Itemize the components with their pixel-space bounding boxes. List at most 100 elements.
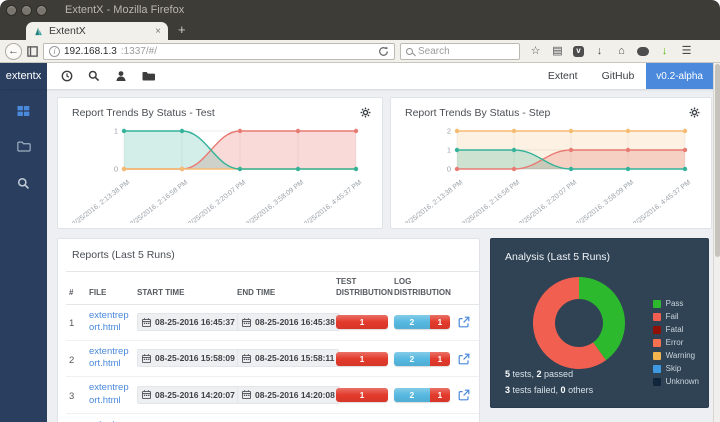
legend-item: Pass bbox=[653, 299, 699, 308]
badge-segment: 1 bbox=[336, 352, 388, 366]
open-report-link-icon[interactable] bbox=[458, 389, 476, 401]
legend-item: Fail bbox=[653, 312, 699, 321]
search-icon[interactable] bbox=[87, 70, 101, 82]
tab-title: ExtentX bbox=[49, 25, 150, 37]
legend-swatch bbox=[653, 378, 661, 386]
analysis-donut-chart bbox=[523, 267, 635, 379]
svg-text:8/25/2016, 2:16:58 PM: 8/25/2016, 2:16:58 PM bbox=[129, 179, 189, 223]
sidebar-item-search[interactable] bbox=[17, 177, 30, 190]
sidebar-item-dashboard[interactable] bbox=[17, 105, 30, 117]
svg-text:8/25/2016, 4:45:37 PM: 8/25/2016, 4:45:37 PM bbox=[303, 179, 363, 223]
page-scrollbar[interactable] bbox=[713, 63, 720, 422]
pocket-icon[interactable]: v bbox=[573, 46, 584, 57]
column-header: END TIME bbox=[234, 272, 333, 305]
report-file-link[interactable]: extentreport.html bbox=[89, 310, 131, 335]
step-trends-chart: 0128/25/2016, 2:13:38 PM8/25/2016, 2:16:… bbox=[391, 119, 711, 223]
row-number: 2 bbox=[69, 355, 74, 366]
start-time-chip: 08-25-2016 14:20:07 bbox=[137, 386, 240, 404]
url-host: 192.168.1.3 bbox=[64, 46, 117, 57]
end-time-chip: 08-25-2016 14:20:08 bbox=[237, 386, 340, 404]
test-distribution-badge: 1 bbox=[336, 352, 388, 366]
svg-text:1: 1 bbox=[447, 146, 451, 155]
window-maximize-button[interactable] bbox=[36, 5, 47, 16]
sidebar-item-reports[interactable] bbox=[17, 141, 31, 153]
reload-icon[interactable] bbox=[378, 46, 389, 57]
version-badge[interactable]: v0.2-alpha bbox=[646, 63, 713, 89]
nav-link-extent[interactable]: Extent bbox=[536, 70, 590, 82]
folder-icon[interactable] bbox=[141, 71, 155, 82]
start-time-chip: 08-25-2016 16:45:37 bbox=[137, 313, 240, 331]
new-tab-button[interactable]: + bbox=[178, 22, 186, 37]
report-file-link[interactable]: extentreport.html bbox=[89, 419, 131, 422]
search-icon bbox=[406, 48, 413, 55]
svg-text:1: 1 bbox=[114, 127, 118, 136]
bookmark-star-icon[interactable]: ☆ bbox=[529, 45, 542, 58]
column-header bbox=[455, 272, 479, 305]
gear-icon[interactable] bbox=[360, 107, 371, 118]
row-number: 1 bbox=[69, 318, 74, 329]
calendar-icon bbox=[142, 354, 151, 363]
legend-label: Fail bbox=[666, 312, 679, 321]
legend-swatch bbox=[653, 300, 661, 308]
end-time-chip: 08-25-2016 16:45:38 bbox=[237, 313, 340, 331]
test-trends-chart: 018/25/2016, 2:13:38 PM8/25/2016, 2:16:5… bbox=[58, 119, 382, 223]
legend-swatch bbox=[653, 326, 661, 334]
home-icon[interactable]: ⌂ bbox=[615, 45, 628, 58]
toolbar-icons: ☆ ▤ v ↓ ⌂ ↓ ☰ bbox=[525, 45, 697, 58]
bookmarks-sidebar-icon[interactable] bbox=[27, 46, 38, 57]
legend-swatch bbox=[653, 365, 661, 373]
window-close-button[interactable] bbox=[6, 5, 17, 16]
search-input[interactable]: Search bbox=[400, 43, 520, 60]
hello-icon[interactable] bbox=[637, 47, 649, 56]
reports-table: #FILESTART TIMEEND TIMETEST DISTRIBUTION… bbox=[66, 271, 479, 422]
navigation-toolbar: ← i 192.168.1.3 :1337/#/ Search ☆ ▤ v ↓ ⌂ ↓ ☰ bbox=[0, 40, 720, 63]
analysis-title: Analysis (Last 5 Runs) bbox=[505, 251, 610, 263]
svg-text:8/25/2016, 2:13:38 PM: 8/25/2016, 2:13:38 PM bbox=[71, 179, 131, 223]
svg-text:8/25/2016, 2:20:07 PM: 8/25/2016, 2:20:07 PM bbox=[518, 179, 578, 223]
brand-logo[interactable]: extentx bbox=[0, 63, 47, 89]
table-row: 1 extentreport.html 08-25-2016 16:45:3708-… bbox=[66, 304, 479, 340]
report-file-link[interactable]: extentreport.html bbox=[89, 382, 131, 407]
legend-label: Unknown bbox=[666, 377, 699, 386]
clipboard-icon[interactable]: ▤ bbox=[551, 45, 564, 58]
svg-text:8/25/2016, 4:45:37 PM: 8/25/2016, 4:45:37 PM bbox=[632, 179, 692, 223]
tab-close-icon[interactable]: × bbox=[155, 26, 161, 37]
gear-icon[interactable] bbox=[689, 107, 700, 118]
badge-segment: 1 bbox=[336, 315, 388, 329]
open-report-link-icon[interactable] bbox=[458, 316, 476, 328]
app-navbar: extentx Extent GitHub v0.2-alpha bbox=[0, 63, 720, 89]
column-header: FILE bbox=[86, 272, 134, 305]
legend-item: Fatal bbox=[653, 325, 699, 334]
app-sidebar bbox=[0, 89, 47, 422]
clock-icon[interactable] bbox=[60, 70, 74, 82]
url-input[interactable]: i 192.168.1.3 :1337/#/ bbox=[43, 43, 395, 60]
log-distribution-badge: 21 bbox=[394, 315, 450, 329]
back-button[interactable]: ← bbox=[5, 43, 22, 60]
url-path: :1337/#/ bbox=[121, 46, 374, 57]
start-time-chip: 08-25-2016 15:58:09 bbox=[137, 349, 240, 367]
open-report-link-icon[interactable] bbox=[458, 353, 476, 365]
window-minimize-button[interactable] bbox=[21, 5, 32, 16]
menu-icon[interactable]: ☰ bbox=[680, 45, 693, 58]
legend-label: Pass bbox=[666, 299, 684, 308]
scrollbar-thumb[interactable] bbox=[715, 64, 720, 257]
badge-segment: 1 bbox=[336, 388, 388, 402]
legend-item: Unknown bbox=[653, 377, 699, 386]
calendar-icon bbox=[242, 318, 251, 327]
downloads-active-icon[interactable]: ↓ bbox=[658, 45, 671, 58]
nav-link-github[interactable]: GitHub bbox=[590, 70, 647, 82]
column-header: TEST DISTRIBUTION bbox=[333, 272, 391, 305]
svg-text:8/25/2016, 2:13:38 PM: 8/25/2016, 2:13:38 PM bbox=[404, 179, 464, 223]
navbar-right: Extent GitHub v0.2-alpha bbox=[536, 63, 720, 89]
calendar-icon bbox=[142, 390, 151, 399]
downloads-icon[interactable]: ↓ bbox=[593, 45, 606, 58]
svg-text:8/25/2016, 3:58:09 PM: 8/25/2016, 3:58:09 PM bbox=[245, 179, 305, 223]
site-identity-icon[interactable]: i bbox=[49, 46, 60, 57]
column-header: LOG DISTRIBUTION bbox=[391, 272, 455, 305]
legend-item: Warning bbox=[653, 351, 699, 360]
browser-tab[interactable]: ExtentX × bbox=[26, 22, 168, 40]
legend-swatch bbox=[653, 352, 661, 360]
user-icon[interactable] bbox=[114, 70, 128, 82]
report-file-link[interactable]: extentreport.html bbox=[89, 346, 131, 371]
calendar-icon bbox=[242, 354, 251, 363]
